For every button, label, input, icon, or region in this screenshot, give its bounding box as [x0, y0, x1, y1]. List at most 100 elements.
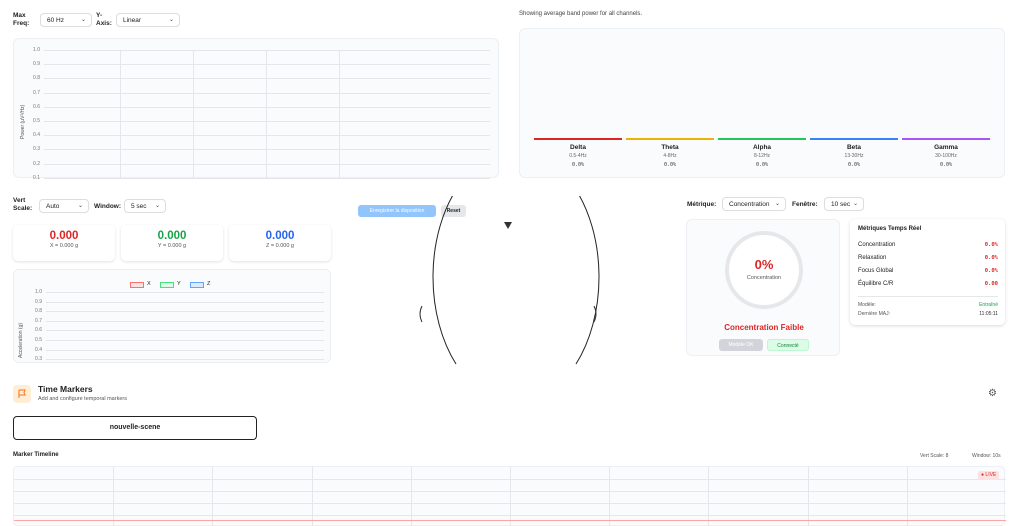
last-update-value: 11:05:11: [979, 311, 998, 317]
max-freq-label: Max Freq:: [13, 12, 30, 27]
metric-row-value: 0.0%: [984, 268, 998, 274]
accel-x-sub: X = 0.000 g: [49, 243, 79, 249]
scene-button[interactable]: nouvelle-scene: [13, 416, 257, 440]
vert-scale-value: Auto: [46, 203, 60, 210]
timeline-gridline-vertical: [510, 467, 511, 526]
band-range: 0.5-4Hz: [569, 153, 587, 159]
band-name: Delta: [570, 144, 586, 151]
model-status-row: Modèle: Entraîné: [858, 302, 998, 308]
gridline: [44, 121, 490, 122]
accel-y-value: 0.000: [157, 230, 187, 242]
gridline: [46, 292, 324, 293]
timeline-gridline-vertical: [410, 467, 412, 526]
legend-z-label: Z: [207, 281, 211, 287]
timeline-gridline: [14, 515, 1006, 516]
band-name: Beta: [846, 144, 862, 151]
timeline-gridline: [14, 503, 1006, 504]
gridline: [46, 301, 324, 303]
gridline: [44, 92, 490, 94]
gridline: [46, 340, 324, 341]
accel-tick: 1.0: [35, 289, 42, 295]
gridline: [44, 135, 490, 137]
timeline-title: Marker Timeline: [13, 452, 59, 458]
accel-window-value: 5 sec: [131, 203, 147, 210]
gridline: [44, 78, 490, 80]
gridline: [44, 106, 490, 108]
gridline: [44, 163, 490, 165]
gridline-vertical: [193, 50, 194, 178]
metric-value: Concentration: [729, 201, 770, 208]
spectrum-tick: 0.4: [33, 132, 40, 139]
timeline-cursor-line: [14, 520, 1006, 521]
band-bar: [626, 138, 714, 140]
chevron-down-icon: ⌄: [168, 17, 174, 23]
markers-subtitle: Add and configure temporal markers: [38, 396, 127, 402]
accel-tick: 0.9: [35, 298, 42, 305]
metric-row-focus: Focus Global 0.0%: [858, 268, 998, 274]
metrics-window-select[interactable]: 10 sec ⌄: [824, 197, 864, 211]
spectrum-tick: 0.5: [33, 118, 40, 124]
chevron-down-icon: ⌄: [852, 201, 858, 207]
legend-x-swatch: [130, 282, 144, 288]
concentration-status: Concentration Faible: [724, 323, 804, 332]
metrics-window-value: 10 sec: [831, 201, 851, 208]
timeline-gridline-vertical: [609, 467, 611, 526]
accel-z-sub: Z = 0.000 g: [266, 243, 294, 249]
accel-x-card: 0.000 X = 0.000 g: [13, 225, 115, 261]
yaxis-select[interactable]: Linear ⌄: [116, 13, 180, 27]
accel-tick: 0.7: [35, 317, 42, 324]
gridline: [46, 311, 324, 313]
legend-x-label: X: [147, 281, 151, 287]
accel-z-value: 0.000: [265, 230, 295, 242]
divider: [858, 296, 998, 297]
band-value: 0.0%: [663, 162, 677, 168]
chevron-down-icon: ⌄: [80, 17, 86, 23]
legend-y-label: Y: [177, 281, 181, 287]
gridline-vertical: [339, 50, 340, 178]
timeline-gridline: [14, 491, 1006, 492]
spectrum-tick: 0.8: [33, 75, 40, 82]
vert-scale-select[interactable]: Auto ⌄: [39, 199, 89, 213]
metric-row-concentration: Concentration 0.0%: [858, 242, 998, 248]
timeline-gridline-vertical: [807, 467, 809, 526]
gridline-vertical: [120, 50, 121, 178]
model-ok-button[interactable]: Modèle OK: [719, 339, 763, 351]
marker-timeline: ● LIVE: [13, 466, 1006, 526]
gridline: [46, 359, 324, 361]
max-freq-select[interactable]: 60 Hz ⌄: [40, 13, 92, 27]
gridline: [46, 349, 324, 351]
spectrum-tick: 0.9: [33, 61, 40, 68]
metric-select[interactable]: Concentration ⌄: [722, 197, 786, 211]
spectrum-tick: 0.7: [33, 89, 40, 96]
metric-row-value: 0.0%: [984, 242, 998, 248]
accel-y-card: 0.000 Y = 0.000 g: [121, 225, 223, 261]
band-bar: [718, 138, 806, 140]
accel-chart: X Y Z Acceleration (g) 1.0 0.9 0.8 0.7 0.6 0.…: [13, 269, 331, 363]
metric-row-label: Équilibre C/R: [858, 281, 894, 287]
spectrum-tick: 0.2: [33, 160, 40, 167]
timeline-window: Window: 10s: [972, 453, 1001, 459]
chevron-down-icon: ⌄: [154, 203, 160, 209]
max-freq-value: 60 Hz: [47, 17, 64, 24]
nose-marker-icon: [504, 222, 512, 229]
gear-icon[interactable]: ⚙: [988, 388, 997, 399]
accel-window-select[interactable]: 5 sec ⌄: [124, 199, 166, 213]
accel-y-sub: Y = 0.000 g: [157, 243, 187, 249]
timeline-gridline: [14, 479, 1006, 480]
spectrum-chart: Power (μV²/Hz) 1.0 0.9 0.8 0.7 0.6 0.5 0.4 0.3 0…: [13, 38, 499, 181]
live-badge: ● LIVE: [978, 471, 1000, 480]
markers-title: Time Markers: [38, 384, 93, 394]
chevron-down-icon: ⌄: [77, 203, 83, 209]
gridline-vertical: [266, 50, 267, 178]
timeline-gridline-vertical: [311, 467, 313, 526]
chevron-down-icon: ⌄: [774, 201, 780, 207]
accel-tick: 0.8: [35, 308, 42, 315]
metric-row-balance: Équilibre C/R 0.00: [858, 281, 998, 287]
accel-window-label: Window:: [94, 203, 122, 210]
band-name: Alpha: [752, 144, 772, 151]
band-bar: [534, 138, 622, 140]
yaxis-label: Y-Axis:: [96, 12, 112, 27]
band-range: 30-100Hz: [935, 153, 957, 159]
accel-tick: 0.5: [35, 337, 42, 343]
gridline: [46, 320, 324, 322]
